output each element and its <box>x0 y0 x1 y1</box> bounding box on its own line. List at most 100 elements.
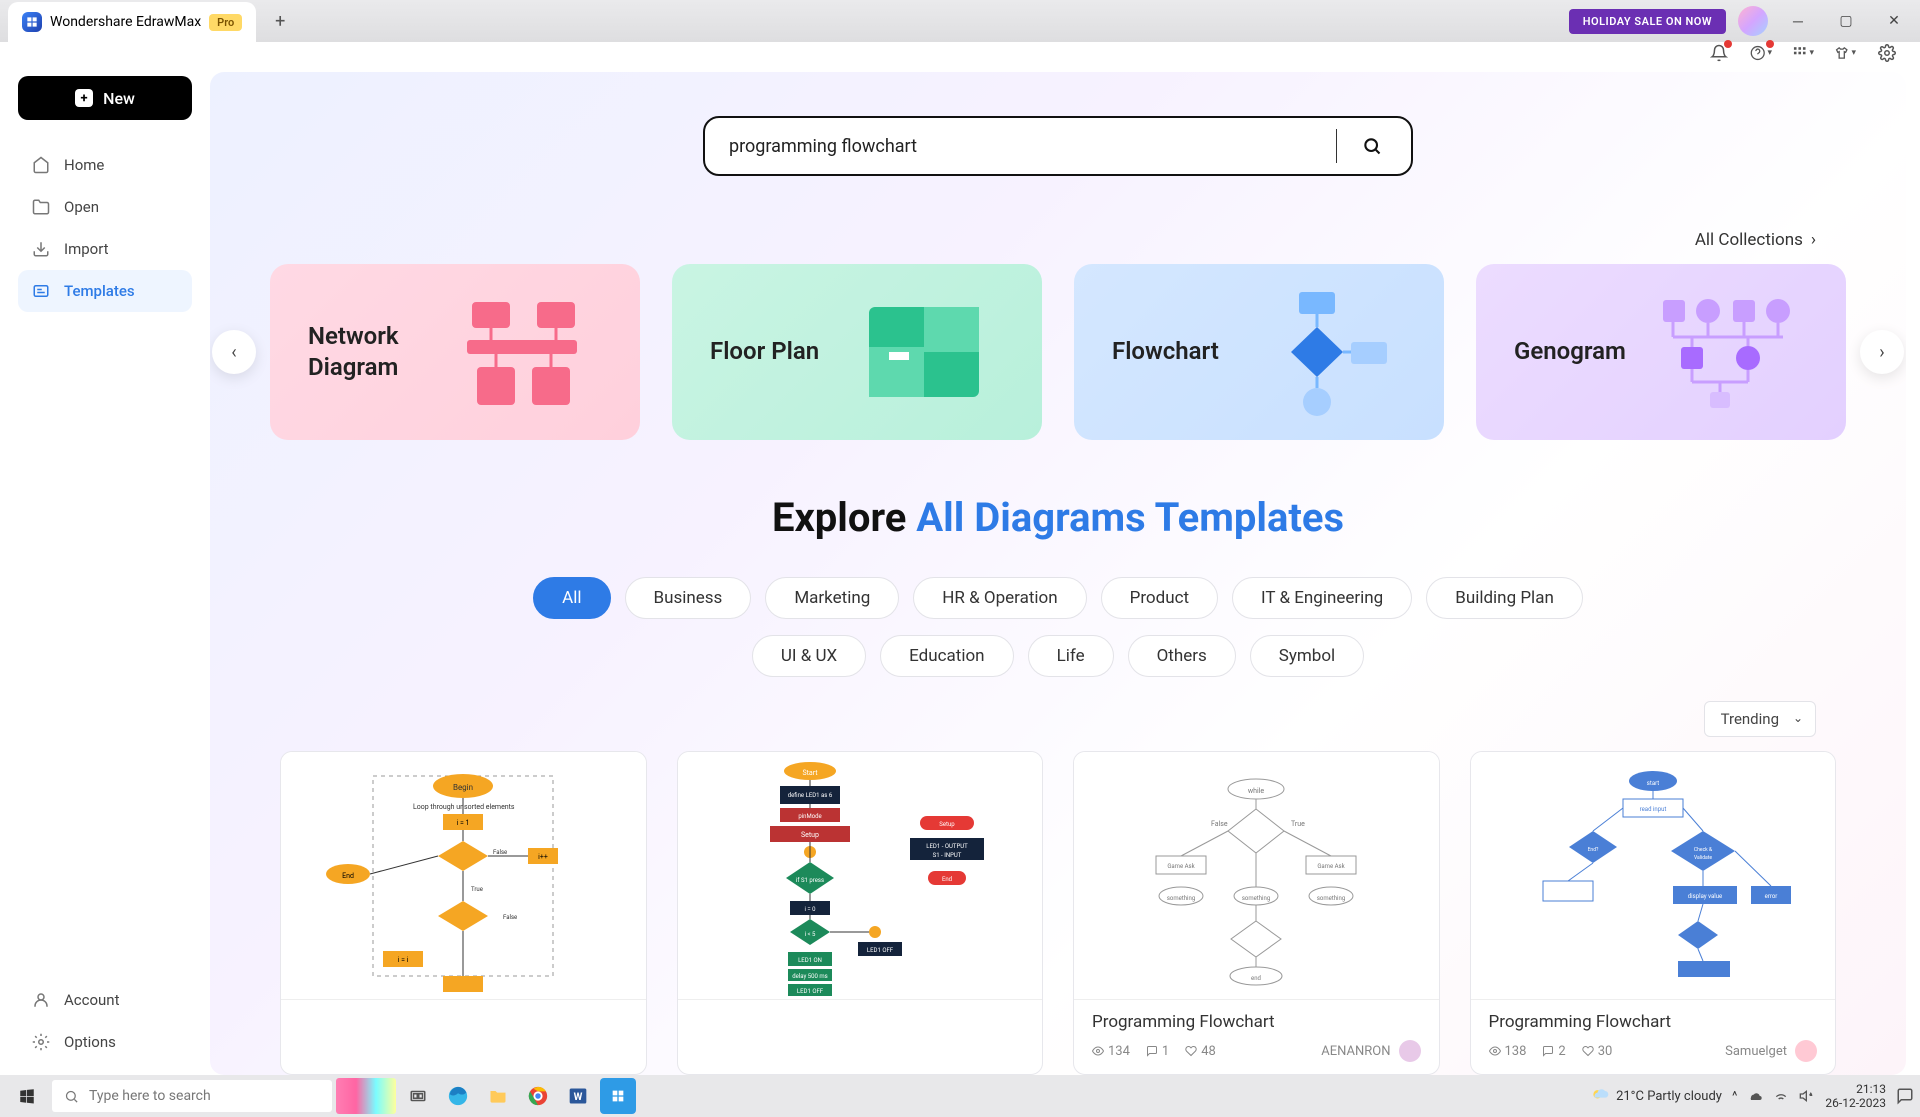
filter-chip-uiux[interactable]: UI & UX <box>752 635 866 677</box>
template-card[interactable]: while False True Game Ask Game Ask somet… <box>1073 751 1440 1075</box>
eye-icon <box>1489 1045 1501 1057</box>
svg-text:Begin: Begin <box>453 783 473 792</box>
settings-icon[interactable] <box>1876 42 1898 64</box>
comments-stat: 2 <box>1542 1044 1565 1059</box>
search-box[interactable] <box>703 116 1413 176</box>
category-title: Floor Plan <box>710 336 844 367</box>
help-icon[interactable]: ▾ <box>1750 42 1772 64</box>
taskbar-tray-chevron-icon[interactable]: ^ <box>1732 1089 1737 1104</box>
taskbar-date: 26-12-2023 <box>1825 1096 1886 1110</box>
taskbar-chrome-icon[interactable] <box>520 1078 556 1114</box>
template-grid: Begin Loop through unsorted elements i =… <box>270 751 1846 1075</box>
titlebar: Wondershare EdrawMax Pro + HOLIDAY SALE … <box>0 0 1920 42</box>
taskbar-edraw-icon[interactable] <box>600 1078 636 1114</box>
close-button[interactable]: ✕ <box>1876 6 1912 36</box>
explore-heading-blue: All Diagrams Templates <box>916 494 1344 541</box>
search-icon <box>64 1089 79 1104</box>
svg-text:False: False <box>493 849 507 856</box>
new-button[interactable]: + New <box>18 76 192 120</box>
taskbar-search[interactable]: Type here to search <box>52 1080 332 1112</box>
sidebar-item-options[interactable]: Options <box>18 1021 192 1063</box>
taskbar-edge-icon[interactable] <box>440 1078 476 1114</box>
filter-chip-hr[interactable]: HR & Operation <box>913 577 1086 619</box>
sidebar-item-account[interactable]: Account <box>18 979 192 1021</box>
category-card-floorplan[interactable]: Floor Plan <box>672 264 1042 440</box>
category-card-flowchart[interactable]: Flowchart <box>1074 264 1444 440</box>
svg-text:S1 - INPUT: S1 - INPUT <box>932 852 961 859</box>
sidebar-item-import[interactable]: Import <box>18 228 192 270</box>
svg-text:delay 500 ms: delay 500 ms <box>792 973 828 980</box>
sort-select[interactable]: Trending ⌄ <box>1704 701 1816 737</box>
gear-icon <box>32 1033 50 1051</box>
taskbar-time: 21:13 <box>1856 1082 1886 1096</box>
taskbar-word-icon[interactable]: W <box>560 1078 596 1114</box>
taskbar-onedrive-icon[interactable] <box>1747 1088 1763 1104</box>
category-card-network[interactable]: Network Diagram <box>270 264 640 440</box>
taskbar-notifications-icon[interactable] <box>1896 1087 1914 1105</box>
svg-text:LED1 OFF: LED1 OFF <box>797 988 824 995</box>
taskbar-taskview-icon[interactable] <box>400 1078 436 1114</box>
taskbar-weather-icon[interactable]: 21°C Partly cloudy <box>1590 1086 1722 1106</box>
svg-text:if S1 press: if S1 press <box>796 877 824 884</box>
sidebar-item-home[interactable]: Home <box>18 144 192 186</box>
svg-text:i = 0: i = 0 <box>804 906 816 913</box>
sort-label: Trending <box>1721 710 1779 728</box>
filter-chip-business[interactable]: Business <box>625 577 752 619</box>
category-title: Flowchart <box>1112 336 1246 367</box>
svg-text:End?: End? <box>1587 847 1598 853</box>
minimize-button[interactable]: ─ <box>1780 6 1816 36</box>
template-card[interactable]: Start define LED1 as 6 pinMode Setup if … <box>677 751 1044 1075</box>
holiday-sale-badge[interactable]: HOLIDAY SALE ON NOW <box>1569 9 1726 34</box>
windows-icon <box>18 1087 36 1105</box>
taskbar-clock[interactable]: 21:13 26-12-2023 <box>1825 1082 1886 1111</box>
svg-text:something: something <box>1242 895 1270 902</box>
filter-chip-education[interactable]: Education <box>880 635 1013 677</box>
folder-icon <box>32 198 50 216</box>
filter-chip-all[interactable]: All <box>533 577 610 619</box>
new-tab-button[interactable]: + <box>266 7 294 35</box>
carousel-prev-button[interactable]: ‹ <box>212 330 256 374</box>
search-button[interactable] <box>1357 131 1387 161</box>
templates-icon <box>32 282 50 300</box>
apps-icon[interactable]: ▾ <box>1792 42 1814 64</box>
carousel-next-button[interactable]: › <box>1860 330 1904 374</box>
category-title: Network Diagram <box>308 321 442 383</box>
filter-chip-others[interactable]: Others <box>1128 635 1236 677</box>
sidebar-item-templates[interactable]: Templates <box>18 270 192 312</box>
taskbar: Type here to search W 21°C Partly cloudy… <box>0 1075 1920 1117</box>
app-tab[interactable]: Wondershare EdrawMax Pro <box>8 2 256 42</box>
maximize-button[interactable]: ▢ <box>1828 6 1864 36</box>
svg-text:False: False <box>503 914 517 921</box>
taskbar-explorer-icon[interactable] <box>480 1078 516 1114</box>
shirt-icon[interactable]: ▾ <box>1834 42 1856 64</box>
svg-text:LED1 - OUTPUT: LED1 - OUTPUT <box>926 843 968 850</box>
start-button[interactable] <box>6 1075 48 1117</box>
category-card-genogram[interactable]: Genogram <box>1476 264 1846 440</box>
filter-chip-life[interactable]: Life <box>1028 635 1114 677</box>
template-thumbnail: Start define LED1 as 6 pinMode Setup if … <box>678 752 1043 1000</box>
category-title: Genogram <box>1514 336 1648 367</box>
filter-chip-symbol[interactable]: Symbol <box>1250 635 1364 677</box>
filter-chip-marketing[interactable]: Marketing <box>765 577 899 619</box>
taskbar-widget-icon[interactable] <box>336 1078 396 1114</box>
template-card[interactable]: start read input End? Check &Validate di… <box>1470 751 1837 1075</box>
svg-text:LED1 ON: LED1 ON <box>798 957 822 964</box>
pro-badge: Pro <box>209 14 242 31</box>
taskbar-volume-icon[interactable] <box>1799 1088 1815 1104</box>
filter-chip-it[interactable]: IT & Engineering <box>1232 577 1412 619</box>
all-collections-link[interactable]: All Collections › <box>1695 230 1816 250</box>
new-button-label: New <box>103 89 135 108</box>
search-input[interactable] <box>729 136 1316 157</box>
bell-icon[interactable] <box>1708 42 1730 64</box>
sidebar-item-open[interactable]: Open <box>18 186 192 228</box>
template-author: Samuelget <box>1725 1040 1817 1062</box>
template-card[interactable]: Begin Loop through unsorted elements i =… <box>280 751 647 1075</box>
filter-chip-product[interactable]: Product <box>1101 577 1218 619</box>
comments-stat: 1 <box>1146 1044 1169 1059</box>
filter-chip-building[interactable]: Building Plan <box>1426 577 1583 619</box>
user-avatar[interactable] <box>1738 6 1768 36</box>
plus-icon: + <box>75 89 93 107</box>
template-title: Programming Flowchart <box>1092 1012 1421 1032</box>
svg-text:something: something <box>1317 895 1345 902</box>
taskbar-wifi-icon[interactable] <box>1773 1088 1789 1104</box>
